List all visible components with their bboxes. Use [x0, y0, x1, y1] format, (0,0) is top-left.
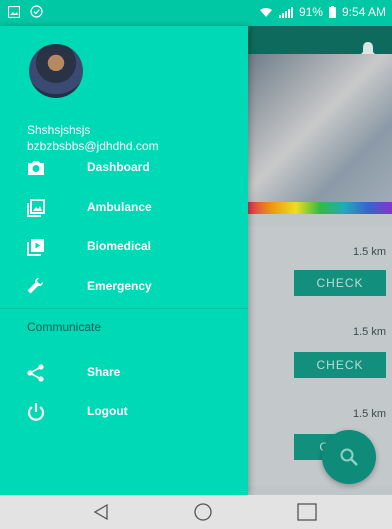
search-fab[interactable]: [322, 430, 376, 484]
menu-item-logout[interactable]: Logout: [0, 394, 248, 430]
check-button[interactable]: CHECK: [294, 270, 386, 296]
menu-item-label: Dashboard: [87, 160, 150, 174]
battery-percent: 91%: [298, 5, 323, 19]
distance-label: 1.5 km: [352, 246, 386, 258]
battery-icon: [328, 6, 336, 18]
menu-item-label: Logout: [87, 404, 128, 418]
user-name: Shshsjshsjs: [27, 123, 91, 137]
image-icon: [8, 5, 20, 18]
recents-icon[interactable]: [297, 503, 317, 521]
wrench-icon: [27, 278, 43, 294]
system-nav-bar: [0, 495, 392, 529]
back-icon[interactable]: [92, 503, 110, 521]
power-icon: [27, 403, 45, 421]
camera-icon: [28, 161, 44, 175]
signal-icon: [278, 6, 293, 18]
menu-item-label: Share: [87, 365, 121, 379]
menu-item-emergency[interactable]: Emergency: [0, 269, 248, 305]
wifi-icon: [259, 7, 272, 17]
status-bar: 91% 9:54 AM: [0, 0, 392, 26]
menu-item-biomedical[interactable]: Biomedical: [0, 229, 248, 265]
hero-stripe: [248, 202, 392, 214]
section-title: Communicate: [27, 320, 102, 334]
gallery-icon: [27, 199, 45, 217]
menu-item-label: Emergency: [87, 279, 152, 293]
hero-image: [248, 54, 392, 214]
menu-item-label: Biomedical: [87, 239, 152, 253]
share-icon: [27, 364, 44, 382]
check-circle-icon: [30, 5, 43, 18]
video-icon: [27, 239, 44, 256]
menu-item-label: Ambulance: [87, 200, 152, 214]
home-icon[interactable]: [193, 503, 213, 521]
distance-label: 1.5 km: [352, 408, 386, 420]
menu-item-ambulance[interactable]: Ambulance: [0, 190, 248, 226]
navigation-drawer: Shshsjshsjs bzbzbsbbs@jdhdhd.com Dashboa…: [0, 26, 248, 495]
distance-label: 1.5 km: [352, 326, 386, 338]
divider: [0, 308, 248, 309]
clock: 9:54 AM: [341, 5, 386, 19]
avatar[interactable]: [29, 44, 83, 98]
check-button[interactable]: CHECK: [294, 352, 386, 378]
search-icon: [340, 448, 358, 466]
menu-item-share[interactable]: Share: [0, 355, 248, 391]
menu-item-dashboard[interactable]: Dashboard: [0, 150, 248, 186]
